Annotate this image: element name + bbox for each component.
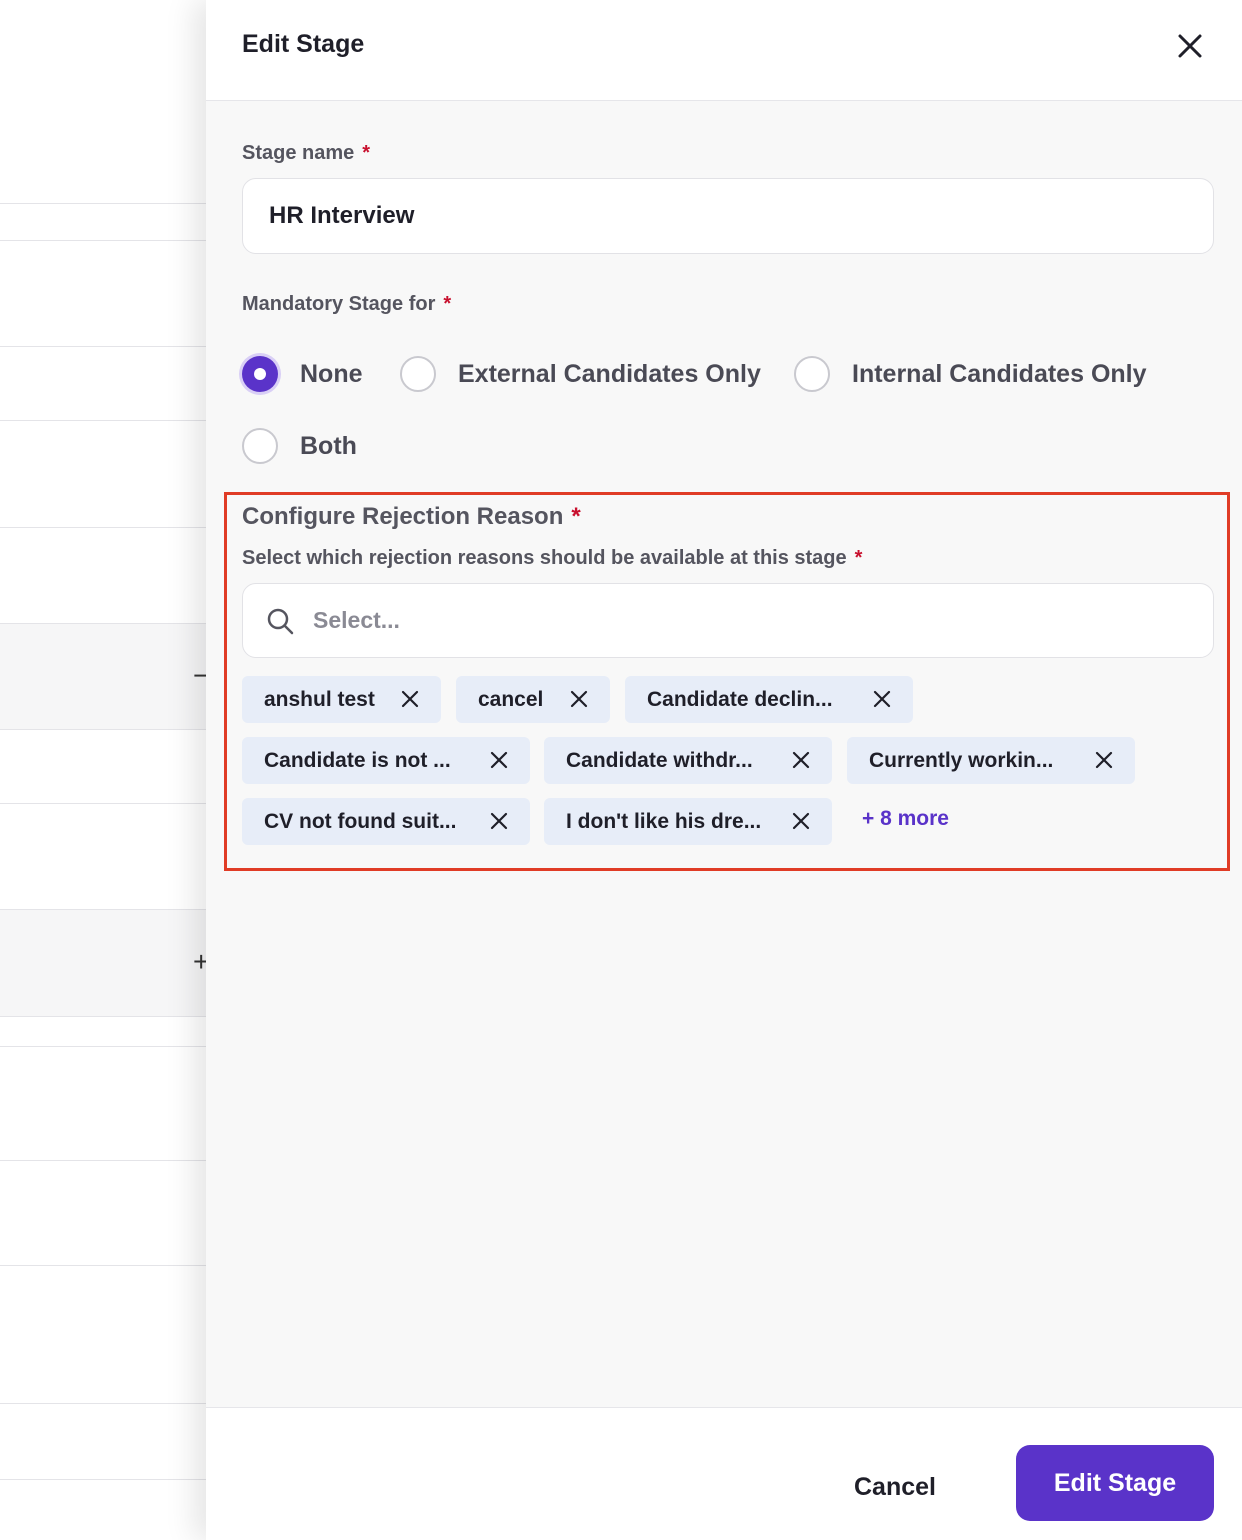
remove-tag-icon[interactable] bbox=[1094, 750, 1114, 770]
remove-tag-icon[interactable] bbox=[791, 750, 811, 770]
divider bbox=[0, 803, 206, 804]
drawer-footer: Cancel Edit Stage bbox=[206, 1407, 1242, 1540]
divider bbox=[0, 527, 206, 528]
divider bbox=[0, 1016, 206, 1017]
background-row bbox=[0, 909, 206, 1016]
radio-label: None bbox=[300, 359, 363, 388]
remove-tag-icon[interactable] bbox=[489, 750, 509, 770]
edit-stage-drawer: Edit Stage Stage name * Mandatory Stage f… bbox=[206, 0, 1242, 1540]
radio-external-candidates-only[interactable]: External Candidates Only bbox=[400, 356, 761, 392]
divider bbox=[0, 729, 206, 730]
mandatory-stage-label-text: Mandatory Stage for bbox=[242, 293, 436, 315]
tag-label: Candidate declin... bbox=[647, 687, 833, 711]
tag-label: Currently workin... bbox=[869, 748, 1054, 772]
tag-label: I don't like his dre... bbox=[566, 809, 762, 833]
rejection-reason-select[interactable] bbox=[242, 583, 1214, 658]
background-row bbox=[0, 623, 206, 729]
required-mark: * bbox=[443, 293, 452, 315]
divider bbox=[0, 1046, 206, 1047]
divider bbox=[0, 346, 206, 347]
drawer-header: Edit Stage bbox=[206, 0, 1242, 101]
tag-chip: I don't like his dre... bbox=[544, 798, 832, 845]
tag-chip: Currently workin... bbox=[847, 737, 1135, 784]
tag-label: anshul test bbox=[264, 687, 375, 711]
radio-label: Internal Candidates Only bbox=[852, 359, 1147, 388]
tag-label: Candidate withdr... bbox=[566, 748, 753, 772]
rejection-reason-title-text: Configure Rejection Reason bbox=[242, 503, 564, 530]
divider bbox=[0, 1160, 206, 1161]
radio-circle bbox=[794, 356, 830, 392]
divider bbox=[0, 420, 206, 421]
rejection-reason-subtitle-text: Select which rejection reasons should be… bbox=[242, 547, 847, 569]
radio-internal-candidates-only[interactable]: Internal Candidates Only bbox=[794, 356, 1147, 392]
stage-name-label-text: Stage name bbox=[242, 142, 355, 164]
remove-tag-icon[interactable] bbox=[791, 811, 811, 831]
rejection-reason-title: Configure Rejection Reason * bbox=[242, 503, 581, 531]
stage-name-label: Stage name * bbox=[242, 142, 370, 165]
required-mark: * bbox=[362, 142, 371, 164]
tag-chip: CV not found suit... bbox=[242, 798, 530, 845]
search-icon bbox=[267, 608, 294, 634]
cancel-button[interactable]: Cancel bbox=[826, 1450, 964, 1524]
rejection-reason-subtitle: Select which rejection reasons should be… bbox=[242, 547, 862, 570]
divider bbox=[0, 909, 206, 910]
radio-label: Both bbox=[300, 431, 357, 460]
tag-chip: Candidate is not ... bbox=[242, 737, 530, 784]
divider bbox=[0, 623, 206, 624]
mandatory-stage-label: Mandatory Stage for * bbox=[242, 293, 451, 316]
remove-tag-icon[interactable] bbox=[400, 689, 420, 709]
divider bbox=[0, 1403, 206, 1404]
remove-tag-icon[interactable] bbox=[872, 689, 892, 709]
tag-label: cancel bbox=[478, 687, 544, 711]
close-icon bbox=[1178, 34, 1202, 58]
divider bbox=[0, 1265, 206, 1266]
radio-label: External Candidates Only bbox=[458, 359, 761, 388]
radio-both[interactable]: Both bbox=[242, 428, 357, 464]
divider bbox=[0, 203, 206, 204]
remove-tag-icon[interactable] bbox=[569, 689, 589, 709]
remove-tag-icon[interactable] bbox=[489, 811, 509, 831]
stage-name-input[interactable] bbox=[242, 178, 1214, 254]
required-mark: * bbox=[854, 547, 863, 569]
radio-circle bbox=[242, 428, 278, 464]
required-mark: * bbox=[571, 503, 581, 530]
tag-label: Candidate is not ... bbox=[264, 748, 451, 772]
tag-chip: Candidate withdr... bbox=[544, 737, 832, 784]
close-button[interactable] bbox=[1172, 28, 1208, 64]
divider bbox=[0, 240, 206, 241]
background-page: − + bbox=[0, 0, 209, 1540]
divider bbox=[0, 1479, 206, 1480]
radio-circle bbox=[242, 356, 278, 392]
rejection-reason-search-input[interactable] bbox=[313, 607, 1193, 634]
drawer-title: Edit Stage bbox=[242, 30, 365, 58]
tag-label: CV not found suit... bbox=[264, 809, 457, 833]
tag-chip: cancel bbox=[456, 676, 610, 723]
radio-none[interactable]: None bbox=[242, 356, 363, 392]
show-more-tags-link[interactable]: + 8 more bbox=[862, 807, 949, 831]
tag-chip: Candidate declin... bbox=[625, 676, 913, 723]
radio-circle bbox=[400, 356, 436, 392]
tag-chip: anshul test bbox=[242, 676, 441, 723]
edit-stage-button[interactable]: Edit Stage bbox=[1016, 1445, 1214, 1521]
